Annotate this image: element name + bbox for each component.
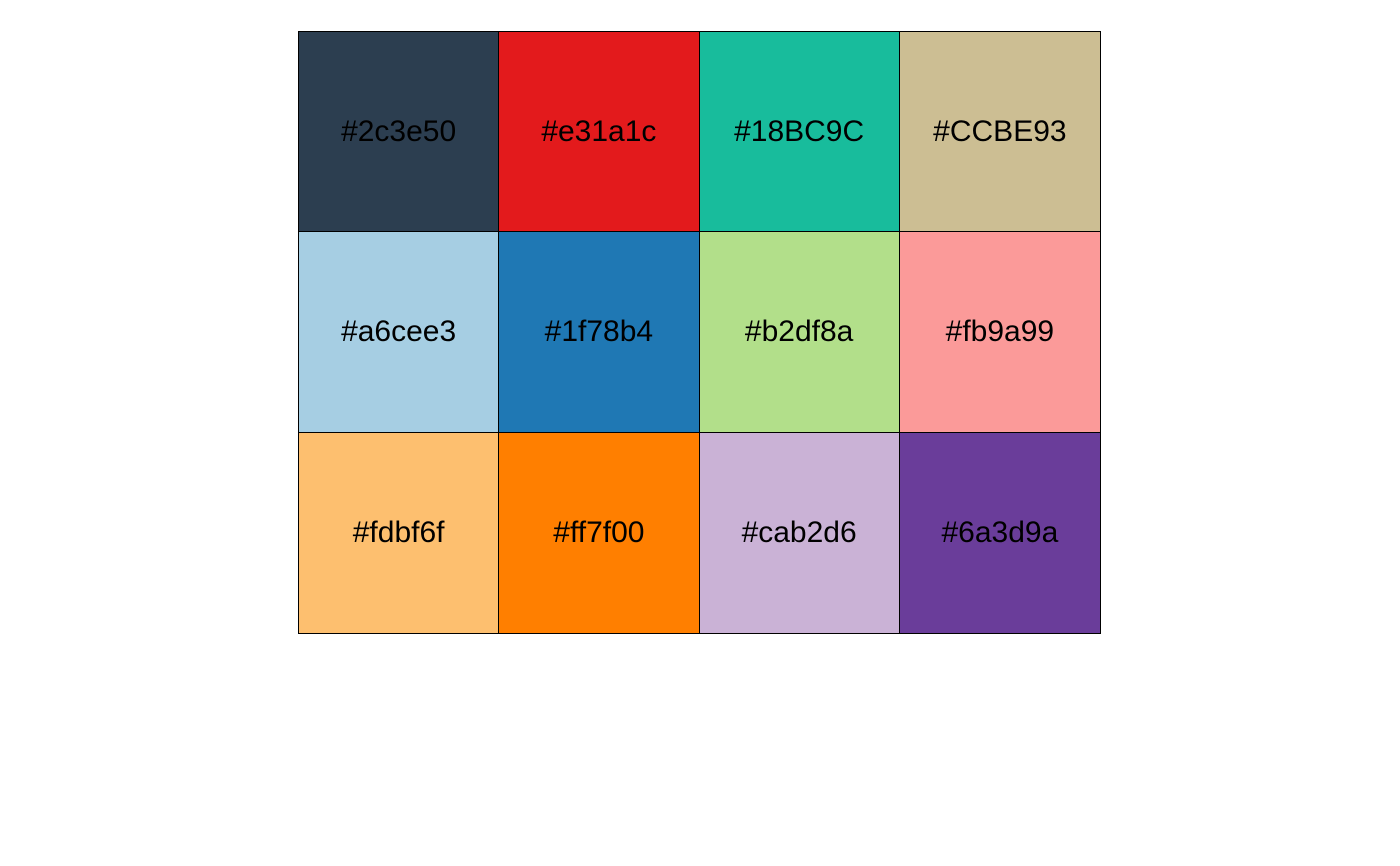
color-swatch: #6a3d9a xyxy=(899,432,1100,633)
color-swatch: #e31a1c xyxy=(499,32,700,233)
swatch-label: #fb9a99 xyxy=(945,314,1055,348)
color-swatch: #a6cee3 xyxy=(299,232,500,433)
swatch-label: #CCBE93 xyxy=(933,114,1067,148)
color-swatch: #18BC9C xyxy=(699,32,900,233)
swatch-label: #e31a1c xyxy=(541,114,657,148)
swatch-label: #6a3d9a xyxy=(941,515,1059,549)
swatch-label: #a6cee3 xyxy=(341,314,457,348)
color-swatch: #b2df8a xyxy=(699,232,900,433)
color-palette-grid: #2c3e50 #e31a1c #18BC9C #CCBE93 #a6cee3 … xyxy=(298,31,1101,634)
color-swatch: #fdbf6f xyxy=(299,432,500,633)
swatch-label: #18BC9C xyxy=(734,114,865,148)
swatch-label: #ff7f00 xyxy=(553,515,645,549)
color-swatch: #1f78b4 xyxy=(499,232,700,433)
swatch-label: #1f78b4 xyxy=(544,314,654,348)
color-swatch: #ff7f00 xyxy=(499,432,700,633)
color-swatch: #fb9a99 xyxy=(899,232,1100,433)
swatch-label: #cab2d6 xyxy=(741,515,857,549)
color-swatch: #cab2d6 xyxy=(699,432,900,633)
swatch-label: #2c3e50 xyxy=(341,114,457,148)
swatch-label: #b2df8a xyxy=(744,314,854,348)
color-swatch: #2c3e50 xyxy=(299,32,500,233)
swatch-label: #fdbf6f xyxy=(352,515,445,549)
color-swatch: #CCBE93 xyxy=(899,32,1100,233)
